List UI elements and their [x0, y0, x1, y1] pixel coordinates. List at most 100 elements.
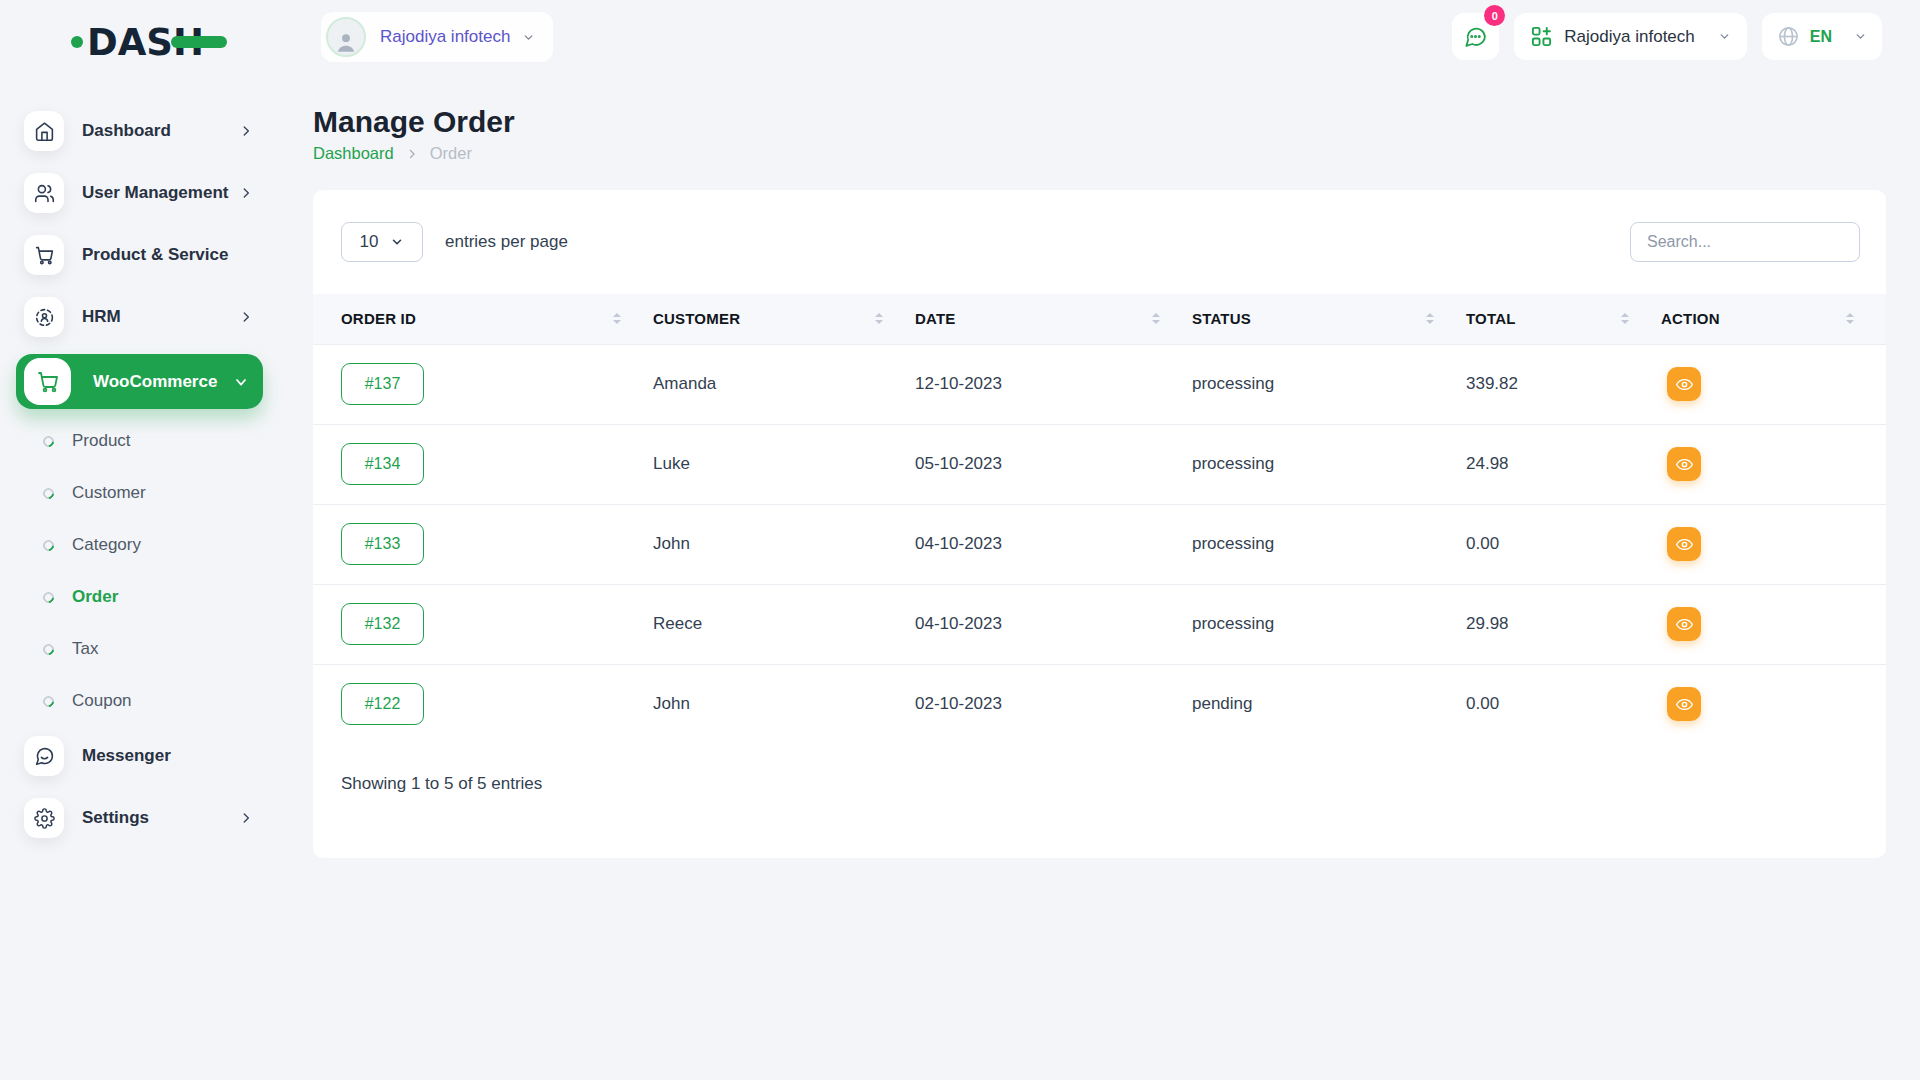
entries-per-page-select[interactable]: 10 [341, 222, 423, 262]
table-row: #134 Luke 05-10-2023 processing 24.98 [313, 424, 1886, 504]
topbar: Rajodiya infotech 0 Rajodiya infotech EN [283, 0, 1920, 76]
chevron-down-icon [390, 235, 404, 249]
column-header-order-id[interactable]: ORDER ID [341, 310, 416, 327]
order-id-badge[interactable]: #137 [341, 363, 424, 405]
customer-cell: Amanda [653, 344, 915, 424]
sidebar-item-messenger[interactable]: Messenger [0, 731, 283, 781]
globe-icon [1777, 25, 1800, 48]
column-header-date[interactable]: DATE [915, 310, 956, 327]
table-row: #132 Reece 04-10-2023 processing 29.98 [313, 584, 1886, 664]
language-switcher[interactable]: EN [1762, 13, 1882, 60]
orders-table: ORDER ID CUSTOMER DATE STATUS TOTAL ACTI… [313, 294, 1886, 744]
sidebar-item-hrm[interactable]: HRM [0, 292, 283, 342]
submenu-item-label: Coupon [72, 691, 132, 711]
entries-control: 10 entries per page [341, 222, 568, 262]
gear-icon [24, 798, 64, 838]
table-row: #137 Amanda 12-10-2023 processing 339.82 [313, 344, 1886, 424]
company-label: Rajodiya infotech [1564, 27, 1694, 47]
chevron-down-icon [1854, 30, 1867, 43]
sort-icon[interactable] [1621, 313, 1629, 324]
hrm-icon [24, 297, 64, 337]
chevron-right-icon [239, 310, 253, 324]
sidebar-item-label: Dashboard [82, 121, 171, 141]
status-cell: processing [1192, 344, 1466, 424]
submenu-item-label: Order [72, 587, 118, 607]
sidebar-menu: Dashboard User Management Product & Serv… [0, 106, 283, 855]
submenu-item-tax[interactable]: Tax [0, 627, 283, 671]
order-id-badge[interactable]: #122 [341, 683, 424, 725]
sidebar-item-product-service[interactable]: Product & Service [0, 230, 283, 280]
company-switcher[interactable]: Rajodiya infotech [1514, 13, 1746, 60]
cart-icon [24, 235, 64, 275]
bullet-icon [41, 641, 57, 657]
logo-dash-icon [171, 36, 227, 48]
sidebar-item-woocommerce[interactable]: WooCommerce [16, 354, 263, 409]
eye-icon [1675, 375, 1694, 394]
submenu-item-coupon[interactable]: Coupon [0, 679, 283, 723]
submenu-item-product[interactable]: Product [0, 419, 283, 463]
column-header-customer[interactable]: CUSTOMER [653, 310, 740, 327]
order-id-badge[interactable]: #133 [341, 523, 424, 565]
grid-plus-icon [1530, 25, 1553, 48]
cart-icon [24, 358, 71, 405]
sort-icon[interactable] [875, 313, 883, 324]
breadcrumb-dashboard-link[interactable]: Dashboard [313, 144, 394, 163]
table-row: #122 John 02-10-2023 pending 0.00 [313, 664, 1886, 744]
sidebar-item-settings[interactable]: Settings [0, 793, 283, 843]
customer-cell: John [653, 664, 915, 744]
submenu-item-category[interactable]: Category [0, 523, 283, 567]
brand-logo[interactable]: DASH [71, 20, 204, 64]
chevron-down-icon [522, 31, 535, 44]
sidebar-item-label: Settings [82, 808, 149, 828]
sidebar-item-label: Messenger [82, 746, 171, 766]
sort-icon[interactable] [1152, 313, 1160, 324]
page-title: Manage Order [313, 105, 515, 139]
date-cell: 04-10-2023 [915, 584, 1192, 664]
order-id-badge[interactable]: #134 [341, 443, 424, 485]
submenu-item-label: Category [72, 535, 141, 555]
view-order-button[interactable] [1667, 447, 1701, 481]
sidebar-item-label: Product & Service [82, 245, 228, 265]
sidebar-item-user-management[interactable]: User Management [0, 168, 283, 218]
logo-dot-icon [71, 36, 83, 48]
bullet-icon [41, 537, 57, 553]
submenu-item-label: Product [72, 431, 131, 451]
status-cell: processing [1192, 424, 1466, 504]
eye-icon [1675, 535, 1694, 554]
view-order-button[interactable] [1667, 527, 1701, 561]
date-cell: 12-10-2023 [915, 344, 1192, 424]
bullet-icon [41, 589, 57, 605]
status-cell: processing [1192, 504, 1466, 584]
messages-count-badge: 0 [1484, 5, 1505, 26]
eye-icon [1675, 615, 1694, 634]
view-order-button[interactable] [1667, 367, 1701, 401]
view-order-button[interactable] [1667, 687, 1701, 721]
column-header-status[interactable]: STATUS [1192, 310, 1251, 327]
sort-icon[interactable] [1846, 313, 1854, 324]
eye-icon [1675, 455, 1694, 474]
total-cell: 0.00 [1466, 664, 1661, 744]
chevron-right-icon [239, 186, 253, 200]
column-header-action[interactable]: ACTION [1661, 310, 1720, 327]
submenu-item-customer[interactable]: Customer [0, 471, 283, 515]
entries-label: entries per page [445, 232, 568, 252]
table-row: #133 John 04-10-2023 processing 0.00 [313, 504, 1886, 584]
messages-button[interactable]: 0 [1452, 13, 1499, 60]
search-input[interactable] [1630, 222, 1860, 262]
sort-icon[interactable] [613, 313, 621, 324]
column-header-total[interactable]: TOTAL [1466, 310, 1516, 327]
breadcrumb: Dashboard Order [313, 144, 472, 163]
avatar [326, 17, 366, 57]
sidebar-item-dashboard[interactable]: Dashboard [0, 106, 283, 156]
bullet-icon [41, 485, 57, 501]
messenger-icon [24, 736, 64, 776]
home-icon [24, 111, 64, 151]
sort-icon[interactable] [1426, 313, 1434, 324]
sidebar-item-label: User Management [82, 183, 228, 203]
order-id-badge[interactable]: #132 [341, 603, 424, 645]
view-order-button[interactable] [1667, 607, 1701, 641]
sidebar: DASH Dashboard User Management Product &… [0, 0, 283, 1080]
submenu-item-order[interactable]: Order [0, 575, 283, 619]
workspace-switcher[interactable]: Rajodiya infotech [321, 12, 553, 62]
users-icon [24, 173, 64, 213]
